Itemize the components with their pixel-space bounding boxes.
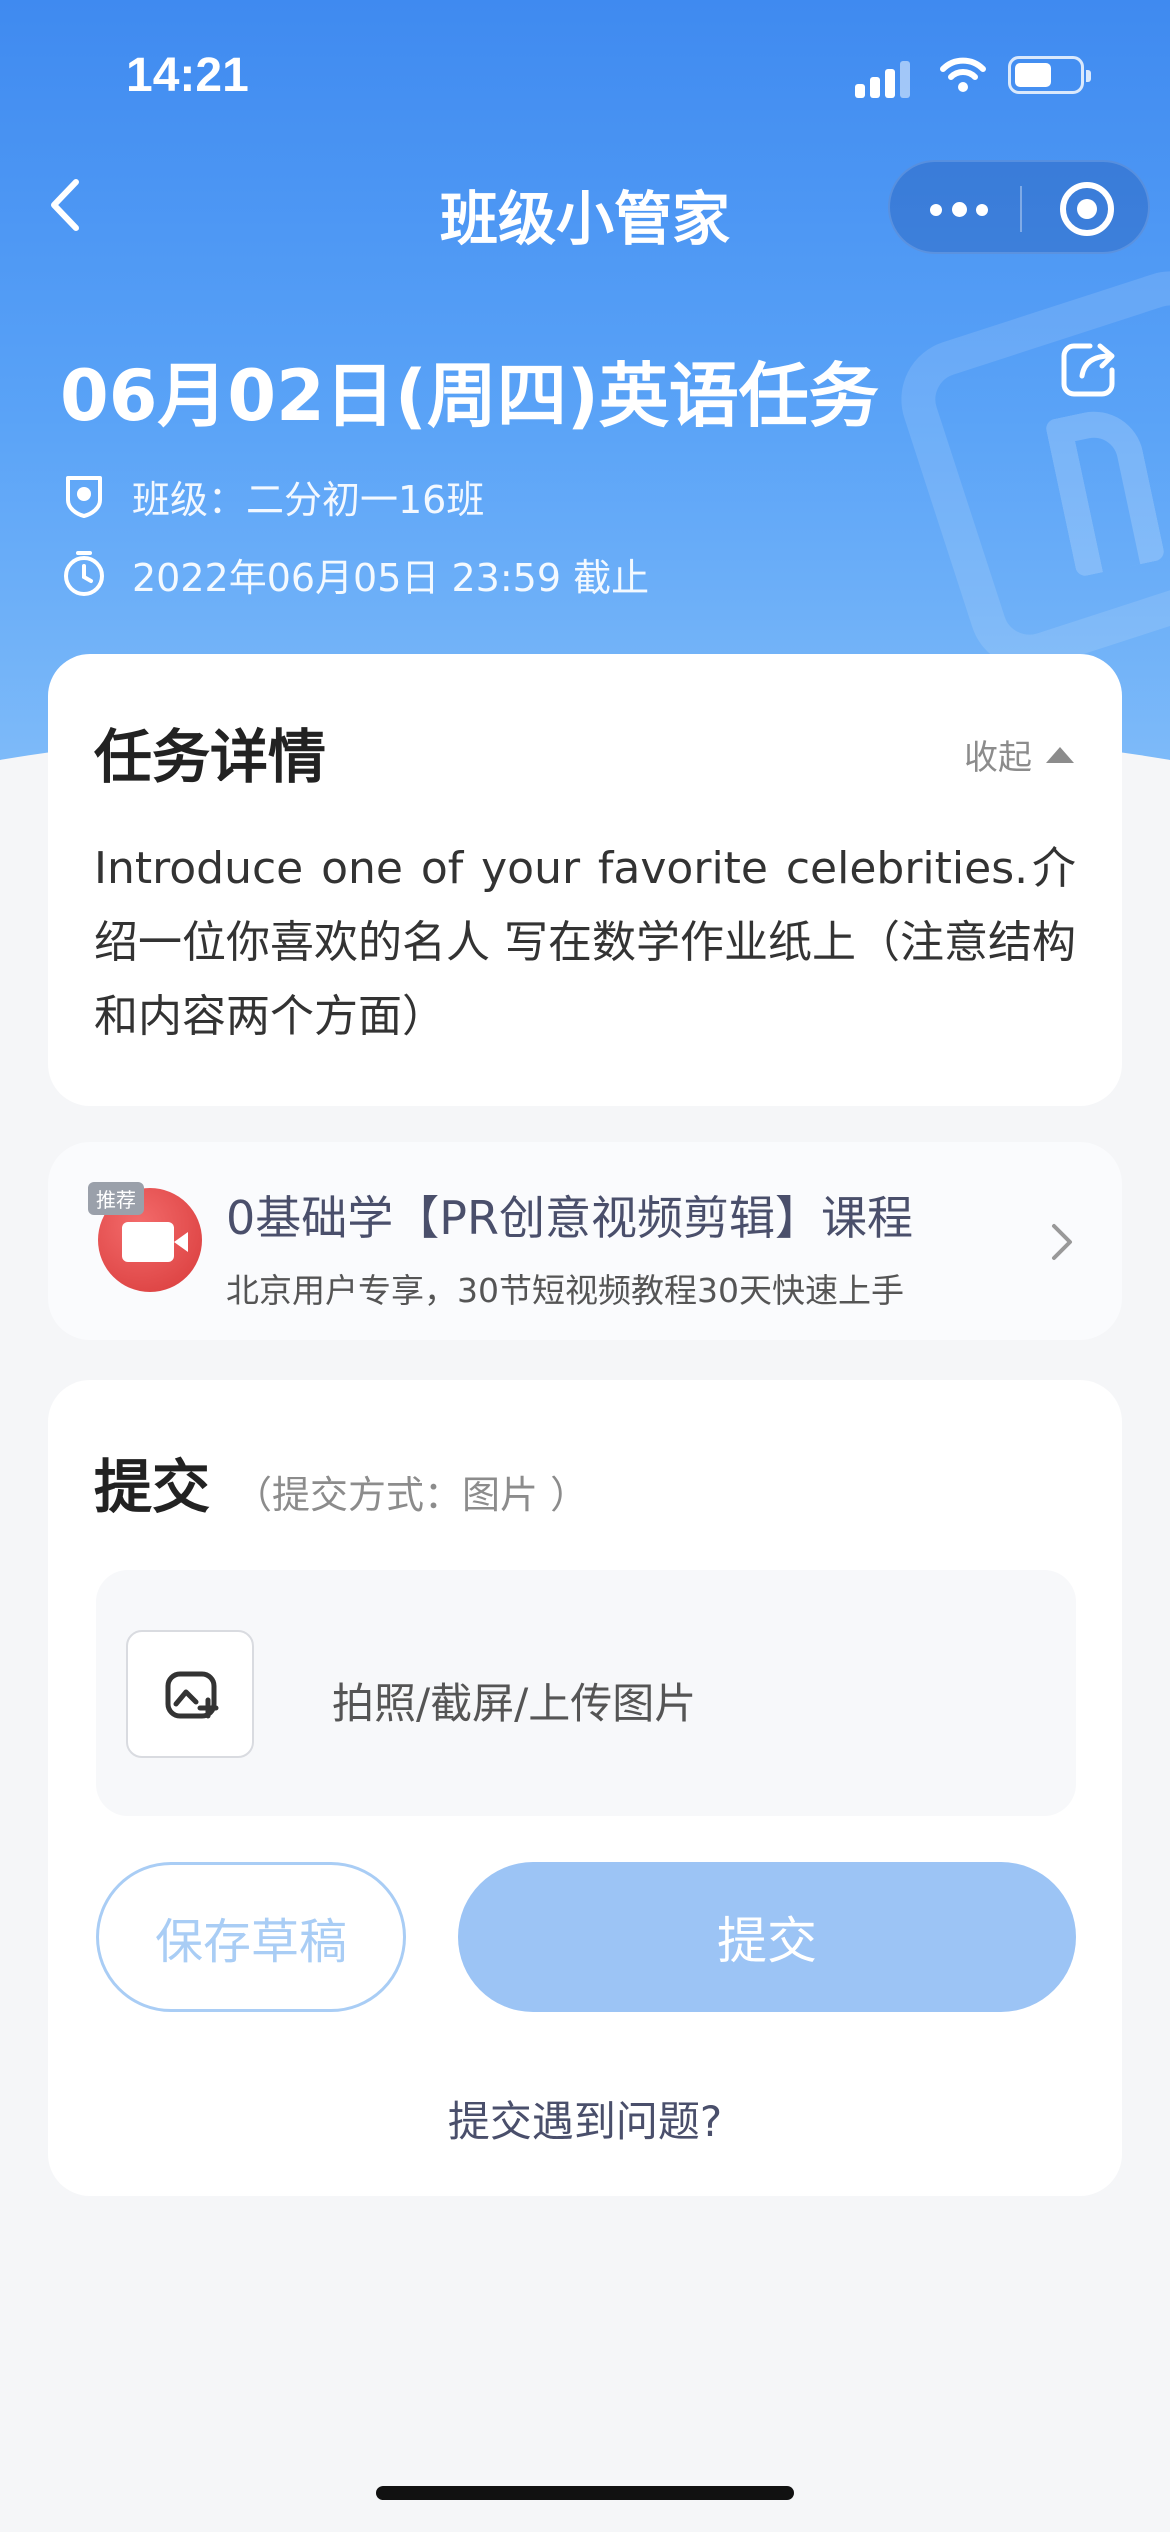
promo-card[interactable]: 推荐 0基础学【PR创意视频剪辑】课程 北京用户专享，30节短视频教程30天快速… [48,1142,1122,1340]
cellular-signal-icon [855,60,915,98]
upload-image-button[interactable] [126,1630,254,1758]
caret-up-icon [1046,746,1074,763]
recommend-tag: 推荐 [88,1182,144,1215]
submit-button[interactable]: 提交 [458,1862,1076,2012]
collapse-button[interactable]: 收起 [964,730,1074,779]
save-draft-button[interactable]: 保存草稿 [96,1862,406,2012]
detail-heading: 任务详情 [94,723,327,791]
upload-label: 拍照/截屏/上传图片 [332,1679,697,1728]
chevron-right-icon [1052,1224,1072,1260]
wifi-icon [940,57,986,92]
more-dots-icon[interactable] [924,182,994,236]
upload-area[interactable]: 拍照/截屏/上传图片 [96,1570,1076,1816]
submit-help-link[interactable]: 提交遇到问题? [48,2088,1122,2149]
deadline-label: 2022年06月05日 23:59 截止 [132,555,650,600]
submit-heading: 提交 [94,1453,211,1521]
submit-card: 提交 （提交方式：图片 ） 拍照/截屏/上传图片 保存草稿 提交 提交遇到问题? [48,1380,1122,2196]
battery-icon [1008,56,1091,94]
home-indicator [376,2486,794,2500]
clock-icon [64,551,104,596]
share-icon[interactable] [1056,336,1122,402]
capsule-divider [1020,186,1022,232]
submit-method: （提交方式：图片 ） [234,1473,589,1517]
deadline-row: 2022年06月05日 23:59 截止 [60,546,649,602]
class-label: 班级：二分初一16班 [132,477,485,522]
class-row: 班级：二分初一16班 [60,468,484,524]
task-title: 06月02日(周四)英语任务 [60,355,879,437]
target-icon[interactable] [1060,182,1114,236]
collapse-label: 收起 [964,738,1032,778]
mini-program-capsule [888,160,1150,254]
detail-body: Introduce one of your favorite celebriti… [94,843,1076,1042]
promo-subtitle: 北京用户专享，30节短视频教程30天快速上手 [226,1271,904,1310]
status-time: 14:21 [126,49,249,102]
task-detail-card: 任务详情 收起 Introduce one of your favorite c… [48,654,1122,1106]
image-upload-icon [165,1671,219,1719]
promo-title: 0基础学【PR创意视频剪辑】课程 [226,1191,913,1245]
class-badge-icon [66,476,102,518]
